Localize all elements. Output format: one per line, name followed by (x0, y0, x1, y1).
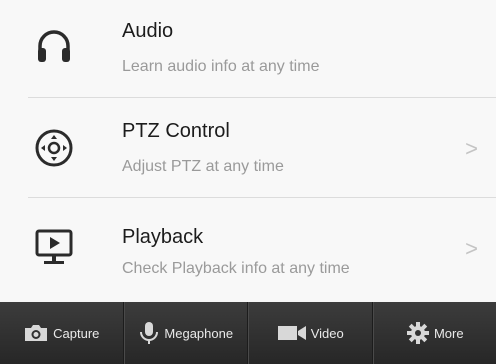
list-item-title: Audio (122, 20, 174, 42)
tab-label: More (433, 325, 464, 341)
headphones-icon (38, 30, 70, 62)
ptz-joystick-icon (35, 129, 73, 167)
tab-capture[interactable]: Capture (0, 302, 124, 364)
chevron-right-icon: > (465, 136, 478, 161)
tab-video[interactable]: Video (248, 302, 373, 364)
list-item-playback[interactable]: Playback Check Playback info at any time… (0, 198, 496, 300)
list-item-ptz-control[interactable]: PTZ Control Adjust PTZ at any time > (0, 98, 496, 196)
gear-icon (406, 322, 429, 344)
tab-label: Video (310, 325, 344, 341)
list-item-subtitle: Learn audio info at any time (122, 58, 320, 75)
tab-label: Megaphone (164, 325, 234, 341)
video-camera-icon (277, 326, 306, 340)
list-item-audio[interactable]: Audio Learn audio info at any time (0, 0, 496, 96)
list-item-title: PTZ Control (122, 120, 230, 142)
feature-list: Audio Learn audio info at any time PTZ C… (0, 0, 496, 300)
tab-label: Capture (53, 325, 100, 341)
camera-icon (25, 325, 48, 341)
chevron-right-icon: > (465, 236, 478, 261)
list-item-subtitle: Adjust PTZ at any time (122, 158, 284, 175)
playback-monitor-icon (35, 229, 73, 264)
microphone-icon (140, 322, 159, 344)
tab-megaphone[interactable]: Megaphone (123, 302, 248, 364)
bottom-tab-bar: Capture Megaphone Video More (0, 302, 496, 364)
list-item-subtitle: Check Playback info at any time (122, 260, 350, 277)
tab-more[interactable]: More (372, 302, 496, 364)
list-item-title: Playback (122, 226, 204, 248)
